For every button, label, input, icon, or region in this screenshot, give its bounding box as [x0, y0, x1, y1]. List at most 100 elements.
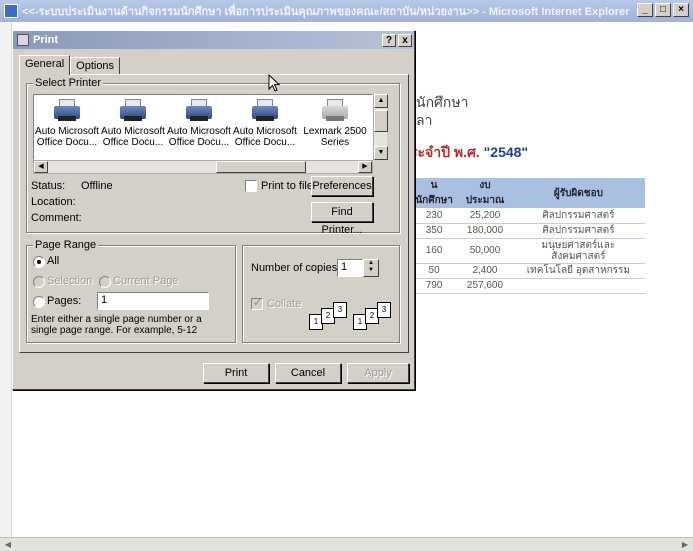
- printer-item[interactable]: Auto Microsoft Office Docu...: [34, 97, 100, 148]
- status-value: Offline: [81, 180, 113, 192]
- scroll-thumb[interactable]: [374, 110, 388, 132]
- table-row: 790 257,600: [410, 278, 645, 294]
- tab-options[interactable]: Options: [70, 57, 121, 75]
- select-printer-group: Select Printer Auto Microsoft Office Doc…: [26, 77, 400, 236]
- table-cell: [511, 278, 645, 294]
- all-radio[interactable]: [33, 256, 45, 268]
- printer-name: Auto Microsoft: [167, 126, 231, 137]
- copies-input[interactable]: 1: [337, 259, 363, 277]
- printer-name: Lexmark 2500: [303, 126, 367, 137]
- selection-radio[interactable]: [33, 276, 45, 288]
- content-line-2: ลา: [416, 112, 433, 128]
- table-cell: 790: [410, 278, 459, 294]
- select-printer-label: Select Printer: [33, 77, 104, 89]
- pages-radio[interactable]: [33, 296, 45, 308]
- ie-icon: [4, 4, 18, 18]
- scroll-thumb[interactable]: [216, 161, 306, 173]
- table-cell: 180,000: [458, 223, 512, 239]
- page-range-label: Page Range: [33, 239, 99, 251]
- mouse-cursor-icon: [268, 74, 280, 92]
- ie-titlebar: <<-ระบบประเมินงานด้านกิจกรรมนักศึกษา เพื…: [0, 0, 693, 22]
- printer-item[interactable]: Lexmark 2500 Series: [302, 97, 368, 148]
- print-to-file-checkbox[interactable]: [245, 180, 257, 192]
- table-cell: 2,400: [458, 263, 512, 279]
- printer-icon: [251, 99, 279, 123]
- printer-name: Auto Microsoft: [101, 126, 165, 137]
- scroll-down-icon[interactable]: ▼: [374, 146, 388, 160]
- general-tab-panel: Select Printer Auto Microsoft Office Doc…: [19, 74, 409, 353]
- cancel-button[interactable]: Cancel: [275, 363, 341, 383]
- print-button[interactable]: Print: [203, 363, 269, 383]
- table-cell: เทคโนโลยี อุตสาหกรรม: [511, 263, 645, 279]
- comment-label: Comment:: [31, 212, 82, 224]
- pages-label: Pages:: [47, 295, 82, 307]
- ie-page-content: นักศึกษา ลา ระจำปี พ.ศ. "2548" นนักศึกษา…: [410, 22, 693, 537]
- dialog-titlebar: Print ? x: [13, 31, 414, 49]
- printer-list-vscroll[interactable]: ▲ ▼: [373, 94, 388, 160]
- heading-prefix: ระจำปี พ.ศ.: [410, 144, 484, 160]
- printer-item[interactable]: Auto Microsoft Office Docu...: [100, 97, 166, 148]
- table-cell: 50,000: [458, 238, 512, 264]
- table-cell: 257,600: [458, 278, 512, 294]
- scroll-right-icon[interactable]: ▶: [358, 161, 372, 173]
- table-cell: 230: [410, 208, 459, 224]
- table-row: 230 25,200 ศิลปกรรมศาสตร์: [410, 208, 645, 224]
- table-cell: 25,200: [458, 208, 512, 224]
- printer-icon: [321, 99, 349, 123]
- page-range-hint: Enter either a single page number or a s…: [31, 314, 202, 336]
- dialog-title: Print: [33, 34, 59, 46]
- activity-table: นนักศึกษา งบประมาณ ผู้รับผิดชอบ 230 25,2…: [410, 178, 645, 294]
- table-cell: ศิลปกรรมศาสตร์: [511, 223, 645, 239]
- tab-strip: General Options: [19, 55, 121, 75]
- printer-name-2: Office Docu...: [168, 137, 230, 148]
- table-cell: 50: [410, 263, 459, 279]
- printer-icon: [53, 99, 81, 123]
- printer-list[interactable]: Auto Microsoft Office Docu... Auto Micro…: [33, 94, 373, 160]
- current-page-radio[interactable]: [99, 276, 111, 288]
- table-cell: มนุษยศาสตร์และ สังคมศาสตร์: [511, 238, 645, 264]
- pages-input[interactable]: 1: [97, 292, 209, 310]
- find-printer-button[interactable]: Find Printer...: [311, 202, 373, 236]
- scroll-right-icon[interactable]: ▶: [679, 539, 691, 551]
- table-row: 50 2,400 เทคโนโลยี อุตสาหกรรม: [410, 263, 645, 279]
- printer-name-2: Office Docu...: [234, 137, 296, 148]
- location-label: Location:: [31, 196, 76, 208]
- all-label: All: [47, 255, 60, 267]
- table-cell: 160: [410, 238, 459, 264]
- current-page-label: Current Page: [113, 275, 179, 287]
- close-dialog-button[interactable]: x: [398, 33, 412, 47]
- content-heading: ระจำปี พ.ศ. "2548": [410, 142, 528, 164]
- apply-button[interactable]: Apply: [347, 363, 409, 383]
- printer-icon: [119, 99, 147, 123]
- print-dialog: Print ? x General Options Select Printer…: [12, 30, 415, 390]
- ie-window-title: <<-ระบบประเมินงานด้านกิจกรรมนักศึกษา เพื…: [22, 6, 630, 18]
- tab-general[interactable]: General: [19, 55, 71, 75]
- printer-item[interactable]: Auto Microsoft Office Docu...: [232, 97, 298, 148]
- selection-label: Selection: [47, 275, 93, 287]
- table-row: 350 180,000 ศิลปกรรมศาสตร์: [410, 223, 645, 239]
- printer-list-hscroll[interactable]: ◀ ▶: [33, 160, 373, 174]
- table-cell: 350: [410, 223, 459, 239]
- printer-name-2: Series: [320, 137, 350, 148]
- table-cell: ศิลปกรรมศาสตร์: [511, 208, 645, 224]
- printer-item[interactable]: Auto Microsoft Office Docu...: [166, 97, 232, 148]
- status-label: Status:: [31, 180, 66, 192]
- scroll-up-icon[interactable]: ▲: [374, 94, 388, 108]
- copies-label: Number of copies:: [251, 262, 341, 274]
- scroll-left-icon[interactable]: ◀: [2, 539, 14, 551]
- close-window-button[interactable]: ×: [673, 3, 689, 17]
- copies-spinner[interactable]: ▲ ▼: [363, 259, 379, 277]
- printer-icon: [185, 99, 213, 123]
- minimize-button[interactable]: _: [637, 3, 653, 17]
- maximize-button[interactable]: □: [655, 3, 671, 17]
- scroll-left-icon[interactable]: ◀: [34, 161, 48, 173]
- heading-year: "2548": [483, 144, 529, 160]
- printer-icon: [17, 34, 29, 46]
- help-button[interactable]: ?: [382, 33, 396, 47]
- printer-name: Auto Microsoft: [233, 126, 297, 137]
- collate-checkbox[interactable]: [251, 296, 263, 310]
- printer-name-2: Office Docu...: [36, 137, 98, 148]
- ie-horizontal-scrollbar[interactable]: ◀ ▶: [0, 537, 693, 551]
- preferences-button[interactable]: Preferences: [311, 176, 373, 196]
- collate-label: Collate: [267, 298, 302, 310]
